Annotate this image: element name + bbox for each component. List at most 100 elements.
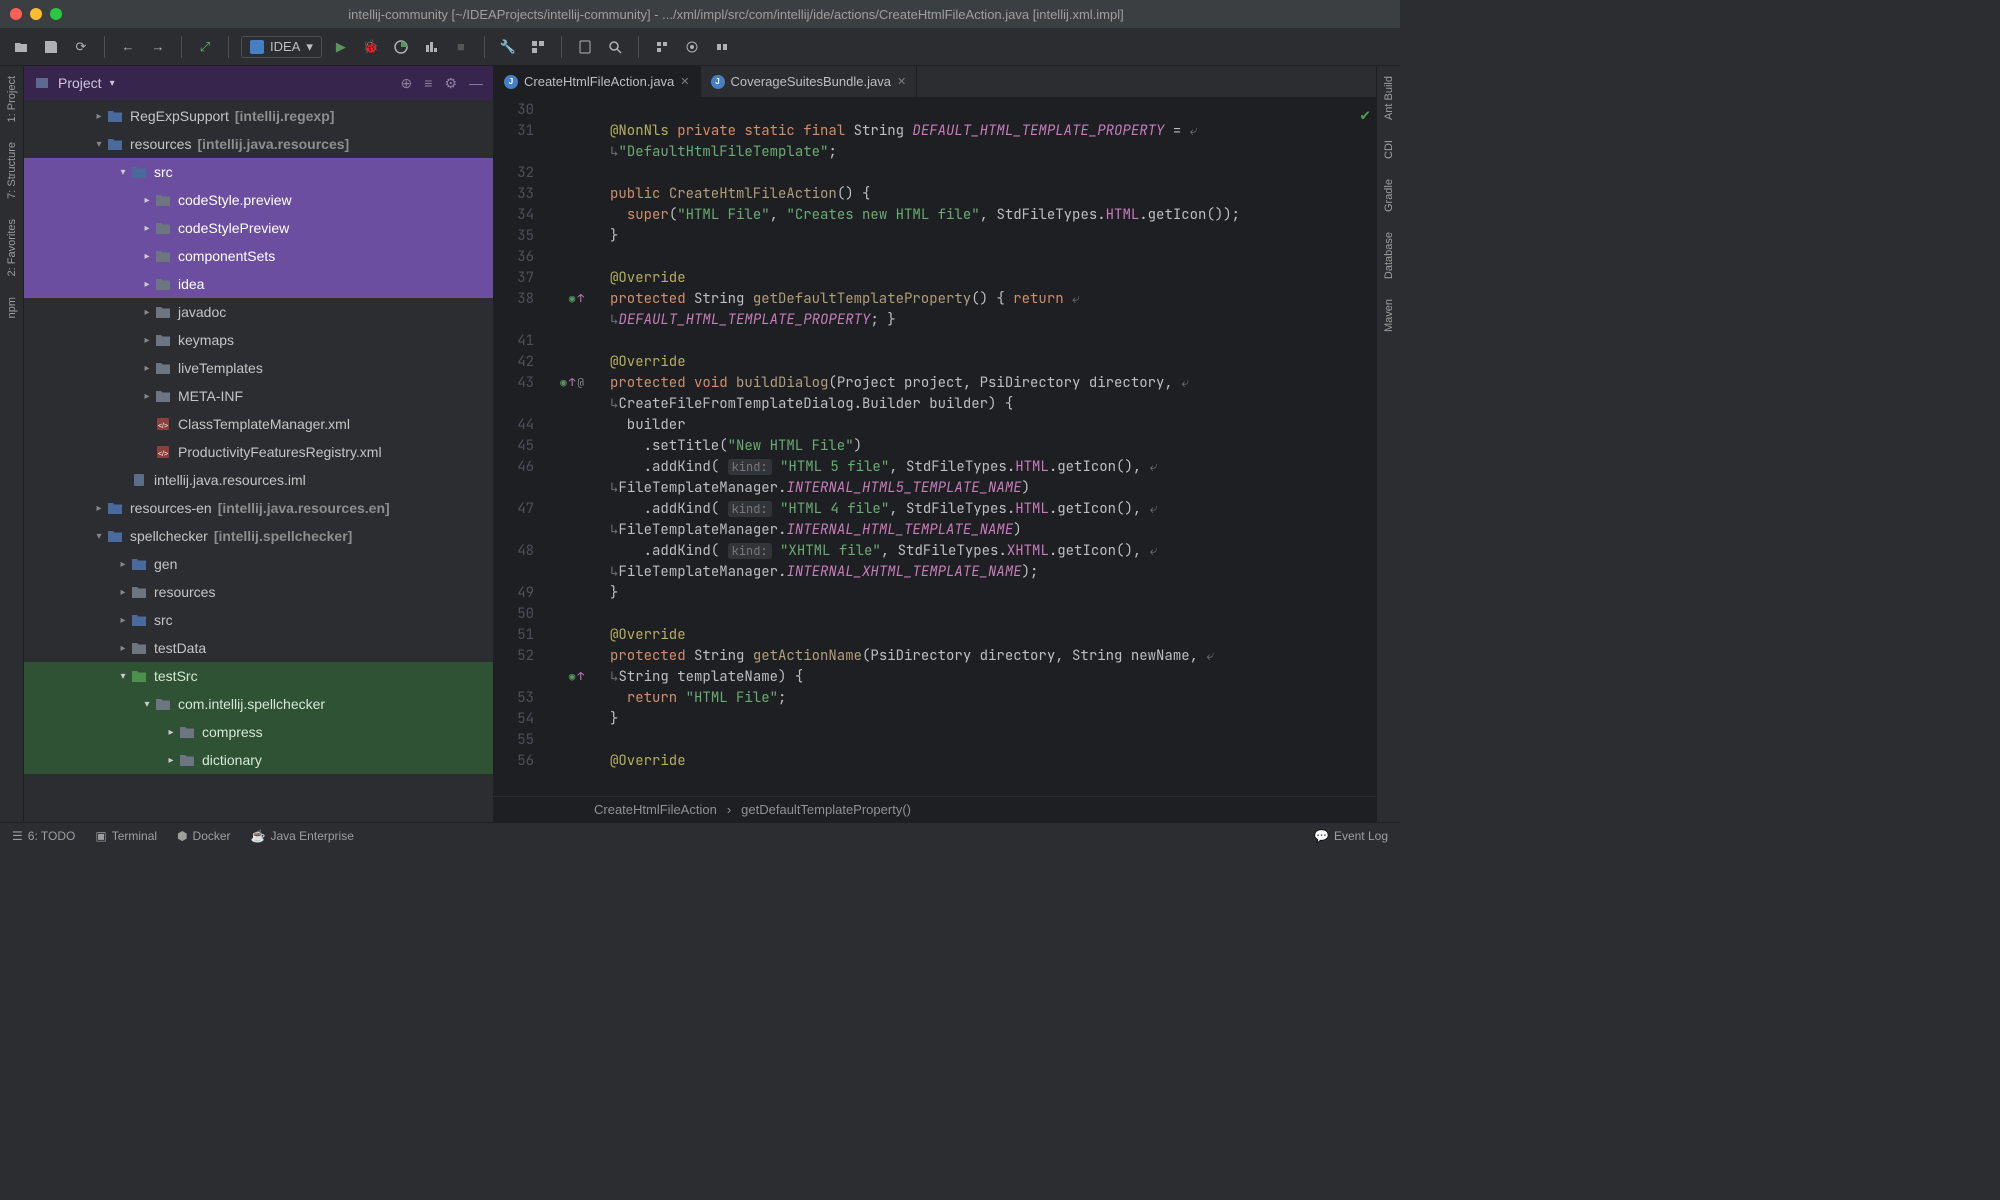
code-line[interactable]: ↳CreateFileFromTemplateDialog.Builder bu…: [610, 394, 1376, 415]
code-line[interactable]: builder: [610, 415, 1376, 436]
build-icon[interactable]: ⤢: [194, 36, 216, 58]
project-tree[interactable]: ▸RegExpSupport[intellij.regexp]▾resource…: [24, 100, 493, 822]
rail-gradle[interactable]: Gradle: [1383, 179, 1395, 212]
tree-arrow-icon[interactable]: ▾: [92, 531, 106, 542]
gutter-mark[interactable]: [542, 163, 590, 184]
gutter-mark[interactable]: [542, 688, 590, 709]
tree-arrow-icon[interactable]: ▸: [92, 503, 106, 514]
tree-item[interactable]: ▸resources: [24, 578, 493, 606]
code-line[interactable]: ↳FileTemplateManager.INTERNAL_HTML_TEMPL…: [610, 520, 1376, 541]
tree-arrow-icon[interactable]: ▸: [140, 391, 154, 402]
gutter-mark[interactable]: [542, 646, 590, 667]
coverage-icon[interactable]: [390, 36, 412, 58]
code-line[interactable]: ↳"DefaultHtmlFileTemplate";: [610, 142, 1376, 163]
avd-icon[interactable]: [574, 36, 596, 58]
tree-arrow-icon[interactable]: ▸: [92, 111, 106, 122]
rail-database[interactable]: Database: [1383, 232, 1395, 279]
scroll-from-source-icon[interactable]: ⊕: [401, 75, 413, 92]
gutter-mark[interactable]: [542, 499, 590, 520]
tree-item[interactable]: ▾spellchecker[intellij.spellchecker]: [24, 522, 493, 550]
code-line[interactable]: [610, 247, 1376, 268]
close-tab-icon[interactable]: ✕: [680, 75, 689, 88]
rail-npm[interactable]: npm: [6, 297, 18, 318]
open-icon[interactable]: [10, 36, 32, 58]
tree-item[interactable]: ▸componentSets: [24, 242, 493, 270]
code-content[interactable]: @NonNls private static final String DEFA…: [590, 98, 1376, 796]
tree-arrow-icon[interactable]: ▸: [116, 559, 130, 570]
profile-icon[interactable]: [420, 36, 442, 58]
gutter-mark[interactable]: [542, 604, 590, 625]
tree-item[interactable]: ▸resources-en[intellij.java.resources.en…: [24, 494, 493, 522]
tree-item[interactable]: ▾testSrc: [24, 662, 493, 690]
gutter-mark[interactable]: [542, 478, 590, 499]
code-line[interactable]: }: [610, 709, 1376, 730]
tree-item[interactable]: ▸RegExpSupport[intellij.regexp]: [24, 102, 493, 130]
gutter-mark[interactable]: ◉↑@: [542, 373, 590, 394]
gutter-mark[interactable]: [542, 121, 590, 142]
sync-icon[interactable]: ⟳: [70, 36, 92, 58]
code-line[interactable]: ↳DEFAULT_HTML_TEMPLATE_PROPERTY; }: [610, 310, 1376, 331]
tree-item[interactable]: </>ProductivityFeaturesRegistry.xml: [24, 438, 493, 466]
gear-icon[interactable]: ⚙: [444, 75, 457, 92]
code-line[interactable]: @Override: [610, 751, 1376, 772]
code-line[interactable]: protected void buildDialog(Project proje…: [610, 373, 1376, 394]
tree-arrow-icon[interactable]: ▸: [140, 195, 154, 206]
code-line[interactable]: .addKind( kind: "XHTML file", StdFileTyp…: [610, 541, 1376, 562]
code-line[interactable]: [610, 331, 1376, 352]
code-line[interactable]: [610, 100, 1376, 121]
gutter-mark[interactable]: [542, 730, 590, 751]
tree-arrow-icon[interactable]: ▸: [164, 755, 178, 766]
tree-arrow-icon[interactable]: ▸: [140, 223, 154, 234]
tree-arrow-icon[interactable]: ▸: [140, 363, 154, 374]
expand-all-icon[interactable]: ≡: [424, 75, 432, 92]
code-line[interactable]: ↳String templateName) {: [610, 667, 1376, 688]
gutter-mark[interactable]: [542, 415, 590, 436]
gutter-mark[interactable]: [542, 583, 590, 604]
code-line[interactable]: [610, 730, 1376, 751]
run-configuration-selector[interactable]: IDEA ▾: [241, 36, 322, 58]
tree-arrow-icon[interactable]: ▸: [116, 643, 130, 654]
search-icon[interactable]: [604, 36, 626, 58]
tree-item[interactable]: ▾resources[intellij.java.resources]: [24, 130, 493, 158]
run-icon[interactable]: ▶: [330, 36, 352, 58]
tree-item[interactable]: ▸gen: [24, 550, 493, 578]
tree-item[interactable]: ▸codeStylePreview: [24, 214, 493, 242]
status-terminal[interactable]: ▣ Terminal: [95, 829, 157, 843]
gutter-mark[interactable]: [542, 394, 590, 415]
rail-ant[interactable]: Ant Build: [1383, 76, 1395, 120]
tree-arrow-icon[interactable]: ▸: [140, 335, 154, 346]
zoom-window-icon[interactable]: [50, 8, 62, 20]
rail-cdi[interactable]: CDI: [1383, 140, 1395, 159]
tree-arrow-icon[interactable]: ▸: [164, 727, 178, 738]
tree-item[interactable]: ▸compress: [24, 718, 493, 746]
gutter-mark[interactable]: [542, 184, 590, 205]
tree-item[interactable]: ▸keymaps: [24, 326, 493, 354]
inspection-ok-icon[interactable]: ✔: [1360, 104, 1370, 125]
gutter-mark[interactable]: [542, 562, 590, 583]
gutter-mark[interactable]: [542, 436, 590, 457]
gutter-mark[interactable]: [542, 268, 590, 289]
close-tab-icon[interactable]: ✕: [897, 75, 906, 88]
gutter-mark[interactable]: [542, 100, 590, 121]
gutter-mark[interactable]: [542, 352, 590, 373]
gutter-mark[interactable]: [542, 310, 590, 331]
tree-item[interactable]: ▸javadoc: [24, 298, 493, 326]
tree-item[interactable]: ▸idea: [24, 270, 493, 298]
code-line[interactable]: .addKind( kind: "HTML 5 file", StdFileTy…: [610, 457, 1376, 478]
code-line[interactable]: @NonNls private static final String DEFA…: [610, 121, 1376, 142]
stop-icon[interactable]: ■: [450, 36, 472, 58]
status-event-log[interactable]: 💬 Event Log: [1314, 829, 1388, 843]
hide-icon[interactable]: —: [469, 75, 483, 92]
gutter-mark[interactable]: ◉↑: [542, 289, 590, 310]
gutter-mark[interactable]: ◉↑: [542, 667, 590, 688]
tree-arrow-icon[interactable]: ▾: [116, 167, 130, 178]
code-line[interactable]: protected String getActionName(PsiDirect…: [610, 646, 1376, 667]
code-line[interactable]: .addKind( kind: "HTML 4 file", StdFileTy…: [610, 499, 1376, 520]
tree-arrow-icon[interactable]: ▸: [116, 615, 130, 626]
status-java-enterprise[interactable]: ☕ Java Enterprise: [251, 829, 354, 843]
vcs-update-icon[interactable]: [651, 36, 673, 58]
gutter-mark[interactable]: [542, 625, 590, 646]
save-icon[interactable]: [40, 36, 62, 58]
tree-arrow-icon[interactable]: ▾: [116, 671, 130, 682]
rail-structure[interactable]: 7: Structure: [6, 142, 18, 199]
